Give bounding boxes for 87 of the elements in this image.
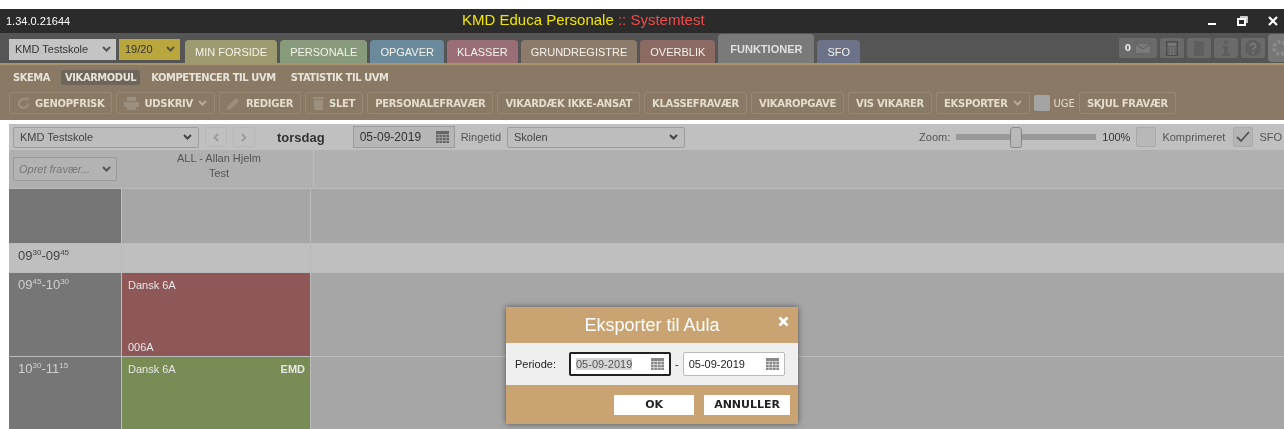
toolbar-button[interactable]: GENOPFRISK: [9, 92, 113, 114]
date-separator: -: [675, 358, 679, 370]
toolbar-button[interactable]: EKSPORTER: [936, 92, 1030, 114]
zoom-value: 100%: [1102, 131, 1131, 143]
chevron-down-icon: [102, 166, 111, 172]
window-subtitle: :: Systemtest: [617, 11, 705, 28]
lesson-subject: Dansk 6A: [128, 363, 176, 375]
checkbox-label: Komprimeret: [1162, 131, 1226, 143]
chevron-right-icon: [241, 132, 247, 142]
nav-tab[interactable]: KLASSER: [446, 40, 518, 63]
absence-select[interactable]: Opret fravær...: [13, 157, 117, 181]
nav-tab[interactable]: OPGAVER: [370, 40, 444, 63]
time-slot: 09$^{30}$-09$^{45}$: [18, 248, 70, 264]
lesson-code: EMD: [280, 363, 305, 375]
close-icon[interactable]: [1268, 16, 1278, 26]
restore-icon[interactable]: [1237, 16, 1248, 26]
teacher-subtitle: Test: [208, 167, 230, 179]
version-label: 1.34.0.21644: [5, 15, 71, 27]
next-button[interactable]: [233, 127, 255, 147]
dialog-button[interactable]: OK: [614, 394, 695, 415]
ringetid-label: Ringetid: [460, 131, 502, 143]
year-select[interactable]: 19/20: [119, 38, 180, 60]
date-field[interactable]: 05-09-2019: [352, 126, 455, 148]
toolbar-button[interactable]: VIKAROPGAVE: [750, 92, 844, 114]
toolbar-button[interactable]: VIS VIKARER: [848, 92, 932, 114]
date-field[interactable]: 05-09-2019: [569, 352, 671, 376]
calendar-icon: [651, 358, 664, 370]
dialog-title: Eksporter til Aula: [584, 314, 720, 336]
school-select[interactable]: KMD Testskole: [13, 126, 199, 148]
calendar-icon: [765, 358, 779, 370]
option-checkbox[interactable]: [1233, 127, 1254, 147]
chevron-down-icon: [1012, 100, 1022, 106]
week-checkbox[interactable]: [1033, 95, 1050, 111]
school-select[interactable]: KMD Testskole: [9, 38, 116, 60]
submenu-item[interactable]: VIKARMODUL: [61, 70, 141, 85]
toolbar-button[interactable]: VIKARDÆK IKKE-ANSAT: [497, 92, 640, 114]
zoom-label: Zoom:: [919, 131, 951, 143]
slider-thumb[interactable]: [1010, 126, 1023, 148]
checkbox-label: SFO: [1259, 131, 1282, 143]
help-icon: [1245, 40, 1261, 56]
period-label: Periode:: [515, 358, 556, 370]
checkbox-label: UGE: [1053, 97, 1075, 109]
printer-icon: [124, 96, 140, 110]
previous-button[interactable]: [205, 127, 227, 147]
date-field[interactable]: 05-09-2019: [682, 352, 785, 376]
nav-tab[interactable]: OVERBLIK: [640, 40, 716, 63]
submenu-item[interactable]: SKEMA: [9, 70, 55, 85]
pencil-icon: [226, 96, 241, 110]
lesson-block[interactable]: Dansk 6A EMD: [122, 357, 310, 429]
submenu-item[interactable]: STATISTIK TIL UVM: [286, 70, 393, 85]
nav-tab[interactable]: MIN FORSIDE: [185, 40, 278, 63]
calculator-icon: [1166, 40, 1178, 56]
chevron-down-icon: [197, 100, 207, 106]
window-title: KMD Educa Personale: [462, 11, 614, 28]
toolbar-button[interactable]: SLET: [305, 92, 364, 114]
dialog-button[interactable]: ANNULLER: [704, 394, 790, 415]
mail-icon: [1135, 42, 1152, 54]
nav-tab[interactable]: GRUNDREGISTRE: [520, 40, 638, 63]
submenu-item[interactable]: KOMPETENCER TIL UVM: [147, 70, 280, 85]
nav-tab[interactable]: PERSONALE: [280, 40, 368, 63]
chevron-down-icon: [183, 134, 192, 140]
toolbar-button[interactable]: SKJUL FRAVÆR: [1078, 92, 1176, 114]
messages-button[interactable]: 0: [1119, 38, 1157, 58]
lesson-subject: Dansk 6A: [128, 279, 176, 291]
time-slot: 09$^{45}$-10$^{30}$: [18, 277, 70, 293]
chevron-down-icon: [102, 46, 111, 52]
room-label: 006A: [128, 341, 155, 353]
refresh-icon: [17, 96, 30, 110]
time-slot: 10$^{30}$-11$^{15}$: [18, 361, 69, 377]
chevron-down-icon: [669, 134, 679, 140]
settings-button[interactable]: [1268, 34, 1284, 62]
help-button[interactable]: [1241, 38, 1265, 58]
calculator-button[interactable]: [1160, 38, 1184, 58]
toolbar-button[interactable]: KLASSEFRAVÆR: [644, 92, 747, 114]
day-label: torsdag: [277, 129, 325, 145]
teacher-name: ALL - Allan Hjelm: [177, 152, 261, 164]
toolbar-button[interactable]: REDIGER: [218, 92, 302, 114]
chevron-down-icon: [166, 46, 175, 52]
ringetid-select[interactable]: Skolen: [507, 126, 686, 148]
toolbar-button[interactable]: PERSONALEFRAVÆR: [367, 92, 494, 114]
lesson-block[interactable]: Dansk 6A 006A: [122, 273, 310, 356]
nav-tab[interactable]: FUNKTIONER: [718, 34, 815, 63]
chevron-left-icon: [213, 132, 219, 142]
calendar-icon: [435, 131, 449, 143]
trash-icon: [313, 96, 325, 110]
nav-tab[interactable]: SFO: [817, 40, 861, 63]
toolbar-button[interactable]: UDSKRIV: [116, 92, 215, 114]
